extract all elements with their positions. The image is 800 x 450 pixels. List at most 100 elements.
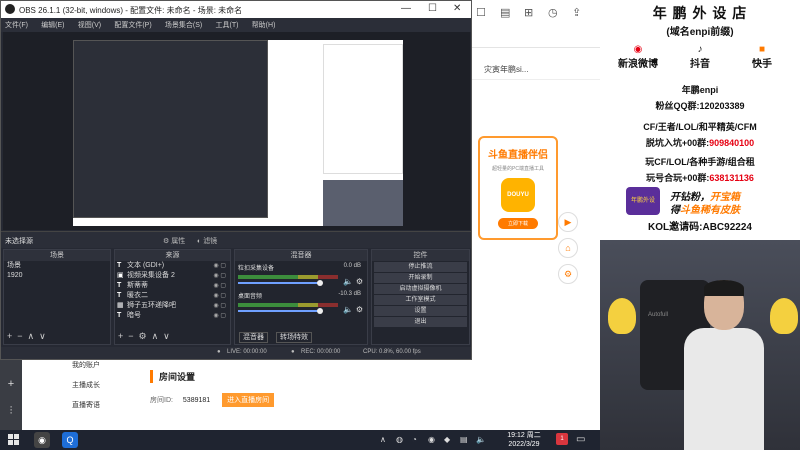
properties-button[interactable]: ⚙ 属性 <box>163 236 185 246</box>
mixer-tabs: 混音器 转场特效 <box>239 332 318 343</box>
social-links: ◉ 新浪微博 ♪ 抖音 ■ 快手 <box>600 44 800 80</box>
volume-slider[interactable] <box>238 308 323 314</box>
source-item[interactable]: T 暖衣二 ◉ ▢ <box>115 291 230 301</box>
upload-icon[interactable]: ⇪ <box>572 6 581 19</box>
exit-button[interactable]: 退出 <box>374 317 467 327</box>
user-name: 灾寅年鹏si... <box>484 65 529 74</box>
live-status: LIVE: 00:00:00 <box>227 349 267 355</box>
eye-lock-icon[interactable]: ◉ ▢ <box>213 311 226 321</box>
slider-knob[interactable] <box>317 280 323 286</box>
stop-streaming-button[interactable]: 停止推流 <box>374 262 467 272</box>
social-label: 快手 <box>752 59 772 70</box>
promo-ad: 年鹏外设 开钻粉，开宝箱 得斗鱼稀有皮肤 <box>606 187 794 216</box>
speaker-icon[interactable]: 🔈 <box>343 277 353 286</box>
mixer-channel: 粒扣采集设备 0.0 dB 🔈 ⚙ <box>235 261 367 289</box>
eye-lock-icon[interactable]: ◉ ▢ <box>213 291 226 301</box>
history-icon[interactable]: ◷ <box>548 6 558 19</box>
kol-label: KOL邀请码: <box>648 222 703 233</box>
tray-expand-icon[interactable]: ∧ <box>380 435 386 444</box>
filters-button[interactable]: ◐ 滤镜 <box>197 236 217 246</box>
eye-lock-icon[interactable]: ◉ ▢ <box>213 271 226 281</box>
scene-item[interactable]: 场景 <box>4 261 110 271</box>
eye-lock-icon[interactable]: ◉ ▢ <box>213 281 226 291</box>
minimize-icon[interactable]: — <box>401 3 411 14</box>
fans-group: 粉丝QQ群:120203389 <box>600 99 800 112</box>
web-user-bar[interactable]: 灾寅年鹏si... <box>470 58 600 80</box>
virtual-camera-button[interactable]: 启动虚拟摄像机 <box>374 284 467 294</box>
tab-transitions[interactable]: 转场特效 <box>275 332 312 343</box>
add-icon[interactable]: + <box>4 378 18 390</box>
collapse-icon[interactable]: ⫶ <box>4 405 18 418</box>
menu-tools[interactable]: 工具(T) <box>216 22 239 29</box>
source-controls[interactable]: +−⚙∧∨ <box>118 331 175 342</box>
tray-app-icon[interactable]: ◆ <box>444 435 450 444</box>
obs-taskbar-icon[interactable]: ◉ <box>34 432 50 448</box>
app-icon[interactable]: ⚙ <box>558 264 578 284</box>
tab-mixer[interactable]: 混音器 <box>239 332 268 343</box>
room-id-value: 5389181 <box>182 397 211 404</box>
studio-mode-button[interactable]: 工作室模式 <box>374 295 467 305</box>
channel-name: 粒扣采集设备 <box>238 266 275 272</box>
source-item[interactable]: T 斯蒂蒂 ◉ ▢ <box>115 281 230 291</box>
browser-taskbar-icon[interactable]: Q <box>62 432 78 448</box>
gear-icon[interactable]: ⚙ <box>356 277 363 286</box>
scene-controls[interactable]: +−∧∨ <box>7 331 51 342</box>
source-label: 暗号 <box>127 312 141 319</box>
eye-lock-icon[interactable]: ◉ ▢ <box>213 301 226 311</box>
play-icon[interactable]: ▶ <box>558 212 578 232</box>
tray-app-icon[interactable]: ◔ <box>412 435 417 444</box>
obs-preview[interactable] <box>3 32 470 230</box>
menu-item-message[interactable]: 直播寄语 <box>60 396 140 416</box>
document-icon[interactable]: ▤ <box>500 6 510 19</box>
promo-subtitle: 超轻量的PC端直播工具 <box>492 166 544 172</box>
tray-app-icon[interactable]: ◉ <box>428 435 435 444</box>
preview-nested-banner <box>323 44 403 174</box>
slider-knob[interactable] <box>317 308 323 314</box>
menu-scene-collection[interactable]: 场景集合(S) <box>165 22 202 29</box>
volume-icon[interactable]: 🔈 <box>476 435 486 444</box>
tray-app-icon[interactable]: ◍ <box>396 435 403 444</box>
menu-item-growth[interactable]: 主播成长 <box>60 376 140 396</box>
eye-lock-icon[interactable]: ◉ ▢ <box>213 261 226 271</box>
fans-label: 粉丝QQ群: <box>655 101 700 111</box>
taskbar-clock[interactable]: 19:12 周二 2022/3/29 <box>500 431 548 449</box>
menu-file[interactable]: 文件(F) <box>5 22 28 29</box>
notification-badge[interactable]: 1 <box>556 433 568 445</box>
settings-button[interactable]: 设置 <box>374 306 467 316</box>
mixer-channel: 桌面音频 -10.3 dB 🔈 ⚙ <box>235 289 367 317</box>
source-item[interactable]: T 文本 (GDI+) ◉ ▢ <box>115 261 230 271</box>
source-label: 视频采集设备 2 <box>127 272 175 279</box>
gear-icon[interactable]: ⚙ <box>356 305 363 314</box>
source-item[interactable]: ▦ 狮子五环递降吧 ◉ ▢ <box>115 301 230 311</box>
controls-title: 控件 <box>372 250 469 261</box>
promo-download-button[interactable]: 立即下载 <box>498 218 538 229</box>
windows-start-icon[interactable] <box>8 434 20 446</box>
text-source-icon: T <box>117 282 122 289</box>
banner-line3: 玩CF/LOL/各种手游/组合租 <box>645 157 755 167</box>
source-item[interactable]: T 暗号 ◉ ▢ <box>115 311 230 321</box>
volume-slider[interactable] <box>238 280 323 286</box>
obs-window: OBS 26.1.1 (32-bit, windows) - 配置文件: 未命名… <box>0 0 472 360</box>
network-icon[interactable]: ▤ <box>460 435 468 444</box>
scene-item[interactable]: 1920 <box>4 271 110 281</box>
chat-icon[interactable]: ☐ <box>476 6 486 19</box>
menu-edit[interactable]: 编辑(E) <box>41 22 64 29</box>
gift-icon[interactable]: ⊞ <box>524 6 533 19</box>
kol-value: ABC92224 <box>702 222 752 233</box>
speaker-icon[interactable]: 🔈 <box>343 305 353 314</box>
douyu-promo-card[interactable]: 斗鱼直播伴侣 超轻量的PC端直播工具 DOUYU 立即下载 <box>478 136 558 240</box>
obs-title: OBS 26.1.1 (32-bit, windows) - 配置文件: 未命名… <box>19 6 243 15</box>
menu-view[interactable]: 视图(V) <box>78 22 101 29</box>
enter-room-button[interactable]: 进入直播房间 <box>222 393 275 407</box>
menu-profile[interactable]: 配置文件(P) <box>114 22 151 29</box>
stream-info-banner: 年 鹏 外 设 店 (域名enpi前缀) ◉ 新浪微博 ♪ 抖音 ■ 快手 年鹏… <box>600 0 800 240</box>
message-icon[interactable]: ▭ <box>576 434 585 445</box>
plush-toy-right <box>770 298 798 334</box>
obs-titlebar[interactable]: OBS 26.1.1 (32-bit, windows) - 配置文件: 未命名… <box>1 1 471 18</box>
close-icon[interactable]: ✕ <box>453 3 461 14</box>
menu-help[interactable]: 帮助(H) <box>252 22 276 29</box>
maximize-icon[interactable]: ☐ <box>428 3 437 14</box>
home-icon[interactable]: ⌂ <box>558 238 578 258</box>
source-item[interactable]: ▣ 视频采集设备 2 ◉ ▢ <box>115 271 230 281</box>
start-recording-button[interactable]: 开始录制 <box>374 273 467 283</box>
